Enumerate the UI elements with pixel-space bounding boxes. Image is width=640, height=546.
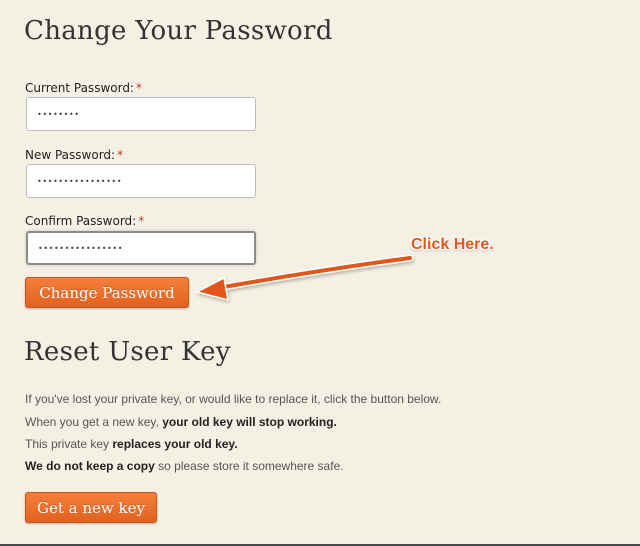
reset-info-line: If you've lost your private key, or woul… xyxy=(25,392,442,406)
reset-copy-line: We do not keep a copy so please store it… xyxy=(25,459,344,473)
click-here-annotation: Click Here. xyxy=(411,236,494,253)
get-new-key-button[interactable]: Get a new key xyxy=(25,492,157,523)
reset-user-key-title: Reset User Key xyxy=(24,337,231,367)
reset-replace-line: This private key replaces your old key. xyxy=(25,437,238,451)
reset-warning-line: When you get a new key, your old key wil… xyxy=(25,415,337,429)
